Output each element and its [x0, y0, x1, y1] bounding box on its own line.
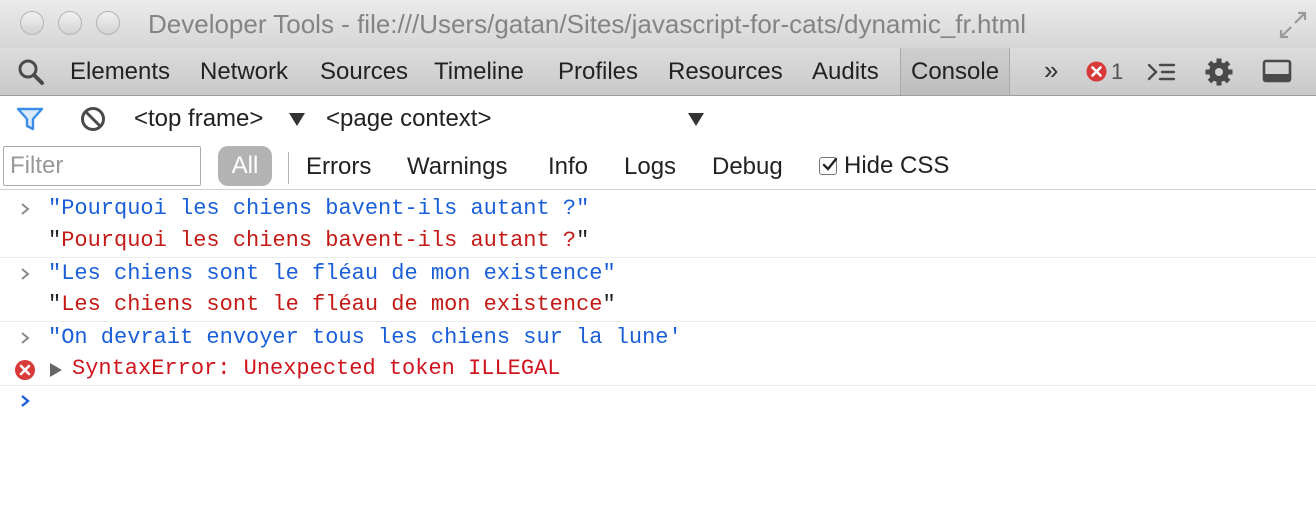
result-text: "Les chiens sont le fléau de mon existen…: [48, 292, 616, 317]
tab-elements[interactable]: Elements: [70, 48, 170, 95]
error-count[interactable]: 1: [1111, 48, 1123, 95]
filter-bar: All Errors Warnings Info Logs Debug Hide…: [0, 142, 1316, 190]
filter-input[interactable]: [3, 146, 201, 186]
level-debug-button[interactable]: Debug: [712, 142, 783, 190]
zoom-window-button[interactable]: [96, 11, 120, 35]
command-text: "On devrait envoyer tous les chiens sur …: [48, 325, 682, 350]
console-command-row: "On devrait envoyer tous les chiens sur …: [0, 321, 1316, 353]
frame-selector-arrow-icon[interactable]: [289, 113, 305, 126]
chevron-right-icon: [21, 332, 30, 344]
tab-timeline[interactable]: Timeline: [434, 48, 524, 95]
tab-console[interactable]: Console: [900, 48, 1011, 95]
tab-resources[interactable]: Resources: [668, 48, 783, 95]
show-drawer-icon[interactable]: [1146, 57, 1176, 87]
filter-icon[interactable]: [16, 107, 44, 131]
chevron-right-icon: [21, 203, 30, 215]
dock-icon[interactable]: [1262, 57, 1292, 87]
level-logs-button[interactable]: Logs: [624, 142, 676, 190]
filter-separator: [288, 152, 289, 184]
context-bar: <top frame> <page context>: [0, 96, 1316, 142]
error-count-icon[interactable]: [1086, 61, 1107, 82]
console-messages: "Pourquoi les chiens bavent-ils autant ?…: [0, 190, 1316, 478]
tab-audits[interactable]: Audits: [812, 48, 879, 95]
console-prompt-row[interactable]: [0, 385, 1316, 419]
tab-profiles[interactable]: Profiles: [558, 48, 638, 95]
close-window-button[interactable]: [20, 11, 44, 35]
prompt-chevron-icon: [21, 395, 30, 407]
more-panels-button[interactable]: »: [1044, 48, 1058, 95]
command-text: "Les chiens sont le fléau de mon existen…: [48, 261, 616, 286]
panel-tabbar: Elements Network Sources Timeline Profil…: [0, 48, 1316, 96]
console-command-row: "Les chiens sont le fléau de mon existen…: [0, 257, 1316, 289]
expand-triangle-icon[interactable]: [50, 363, 62, 377]
clear-console-icon[interactable]: [80, 106, 106, 132]
gear-icon[interactable]: [1204, 57, 1234, 87]
result-text: "Pourquoi les chiens bavent-ils autant ?…: [48, 228, 590, 253]
console-command-row: "Pourquoi les chiens bavent-ils autant ?…: [0, 193, 1316, 225]
command-text: "Pourquoi les chiens bavent-ils autant ?…: [48, 196, 590, 221]
window-titlebar: Developer Tools - file:///Users/gatan/Si…: [0, 0, 1316, 48]
hide-css-checkbox[interactable]: [819, 157, 838, 175]
error-text: SyntaxError: Unexpected token ILLEGAL: [72, 356, 561, 381]
hide-css-label[interactable]: Hide CSS: [844, 142, 949, 190]
window-title: Developer Tools - file:///Users/gatan/Si…: [148, 9, 1027, 39]
console-result-row: "Pourquoi les chiens bavent-ils autant ?…: [0, 225, 1316, 257]
level-all-button[interactable]: All: [218, 146, 272, 186]
level-warnings-button[interactable]: Warnings: [407, 142, 507, 190]
tab-network[interactable]: Network: [200, 48, 288, 95]
search-icon[interactable]: [16, 57, 46, 87]
checkmark-icon: [822, 157, 838, 171]
level-info-button[interactable]: Info: [548, 142, 588, 190]
page-context-arrow-icon[interactable]: [688, 113, 704, 126]
chevron-right-icon: [21, 268, 30, 280]
minimize-window-button[interactable]: [58, 11, 82, 35]
fullscreen-icon[interactable]: [1278, 10, 1308, 40]
frame-selector[interactable]: <top frame>: [134, 96, 263, 142]
level-errors-button[interactable]: Errors: [306, 142, 371, 190]
error-icon: [15, 360, 35, 380]
console-result-row: "Les chiens sont le fléau de mon existen…: [0, 289, 1316, 321]
tab-sources[interactable]: Sources: [320, 48, 408, 95]
page-context-selector[interactable]: <page context>: [326, 96, 491, 142]
console-error-row[interactable]: SyntaxError: Unexpected token ILLEGAL: [0, 353, 1316, 385]
